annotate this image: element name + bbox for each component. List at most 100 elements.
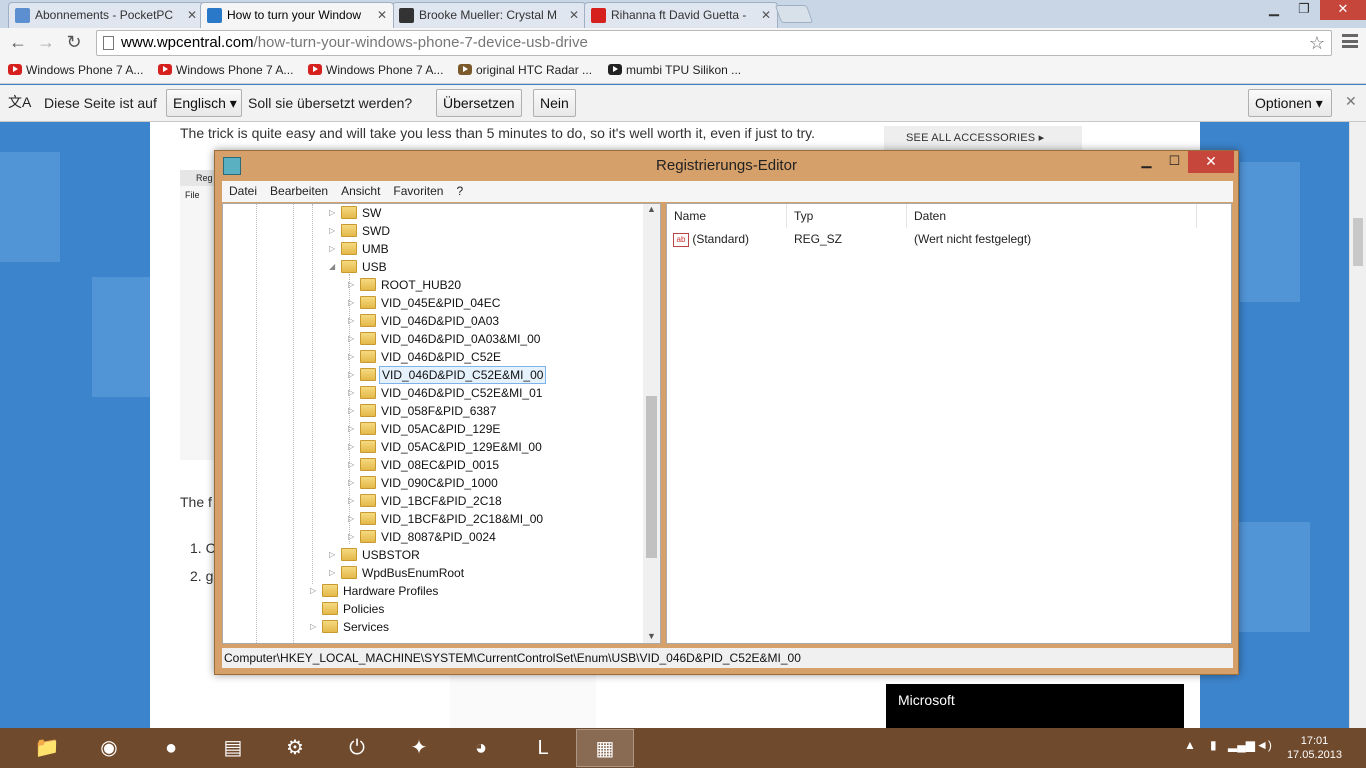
tree-label: VID_058F&PID_6387 bbox=[381, 404, 497, 418]
clock[interactable]: 17:01 17.05.2013 bbox=[1287, 734, 1342, 762]
column-type[interactable]: Typ bbox=[787, 204, 907, 228]
regedit-taskbar-icon[interactable]: ▦ bbox=[576, 729, 634, 767]
expand-arrow-icon[interactable]: ▷ bbox=[329, 240, 339, 258]
expand-arrow-icon[interactable]: ▷ bbox=[348, 366, 358, 384]
language-select[interactable]: Englisch ▾ bbox=[166, 89, 242, 117]
expand-arrow-icon[interactable]: ▷ bbox=[348, 510, 358, 528]
tab-close-icon[interactable]: ✕ bbox=[187, 3, 197, 27]
media-app-icon[interactable]: ◉ bbox=[80, 729, 138, 767]
expand-arrow-icon[interactable]: ▷ bbox=[348, 528, 358, 546]
expand-arrow-icon[interactable]: ▷ bbox=[310, 582, 320, 600]
close-window-icon[interactable]: ✕ bbox=[1320, 0, 1366, 20]
address-bar[interactable]: www.wpcentral.com/how-turn-your-windows-… bbox=[96, 30, 1332, 56]
expand-arrow-icon[interactable]: ▷ bbox=[348, 474, 358, 492]
tab-pocketpc[interactable]: Abonnements - PocketPC ✕ bbox=[8, 2, 204, 28]
expand-arrow-icon[interactable]: ▷ bbox=[348, 402, 358, 420]
signal-icon[interactable]: ▂▄▆ bbox=[1228, 738, 1255, 752]
expand-arrow-icon[interactable]: ▷ bbox=[348, 438, 358, 456]
chrome-icon[interactable]: ◕ bbox=[452, 729, 510, 767]
scroll-down-icon[interactable]: ▼ bbox=[643, 631, 660, 641]
article-text: The f bbox=[180, 494, 212, 510]
expand-arrow-icon[interactable]: ▷ bbox=[329, 546, 339, 564]
document-app-icon[interactable]: ▤ bbox=[204, 729, 262, 767]
expand-arrow-icon[interactable]: ▷ bbox=[348, 384, 358, 402]
tab-brooke[interactable]: Brooke Mueller: Crystal M ✕ bbox=[392, 2, 586, 28]
expand-arrow-icon[interactable]: ▷ bbox=[348, 348, 358, 366]
no-translate-button[interactable]: Nein bbox=[533, 89, 576, 117]
expand-arrow-icon[interactable]: ▷ bbox=[348, 492, 358, 510]
tab-close-icon[interactable]: ✕ bbox=[377, 3, 387, 27]
volume-icon[interactable]: ◄) bbox=[1256, 738, 1272, 752]
youtube-icon bbox=[158, 64, 172, 75]
page-scrollbar[interactable] bbox=[1349, 122, 1366, 728]
minimize-icon[interactable]: ▁ bbox=[1260, 0, 1288, 20]
bookmark-item[interactable]: original HTC Radar ... bbox=[454, 62, 592, 78]
expand-arrow-icon[interactable]: ▷ bbox=[348, 330, 358, 348]
tab-rihanna[interactable]: Rihanna ft David Guetta - ✕ bbox=[584, 2, 778, 28]
column-name[interactable]: Name bbox=[667, 204, 787, 228]
reload-icon[interactable]: ↻ bbox=[62, 31, 86, 55]
maximize-icon[interactable]: ☐ bbox=[1161, 151, 1188, 173]
file-explorer-icon[interactable]: 📁 bbox=[18, 729, 76, 767]
folder-icon bbox=[360, 368, 376, 381]
expand-arrow-icon[interactable]: ▷ bbox=[329, 564, 339, 582]
expand-arrow-icon[interactable]: ▷ bbox=[329, 222, 339, 240]
folder-icon bbox=[360, 278, 376, 291]
battery-icon[interactable]: ▮ bbox=[1210, 738, 1217, 752]
menu-favoriten[interactable]: Favoriten bbox=[386, 181, 449, 198]
maximize-icon[interactable]: ❐ bbox=[1290, 0, 1318, 20]
tree-label: VID_05AC&PID_129E&MI_00 bbox=[381, 440, 542, 454]
value-row[interactable]: ab (Standard) bbox=[673, 230, 749, 248]
youtube-icon bbox=[308, 64, 322, 75]
expand-arrow-icon[interactable]: ▷ bbox=[348, 312, 358, 330]
tree-label: VID_8087&PID_0024 bbox=[381, 530, 496, 544]
expand-arrow-icon[interactable]: ▷ bbox=[348, 276, 358, 294]
folder-icon bbox=[341, 206, 357, 219]
options-button[interactable]: Optionen ▾ bbox=[1248, 89, 1332, 117]
column-data[interactable]: Daten bbox=[907, 204, 1197, 228]
scroll-up-icon[interactable]: ▲ bbox=[643, 204, 660, 214]
registry-tree[interactable]: ▷ SW ▷ SWD ▷ UMB ◢ USB ▷ ROOT_HUB20 ▷ VID_045E… bbox=[222, 203, 661, 644]
folder-icon bbox=[341, 260, 357, 273]
close-translate-icon[interactable]: ✕ bbox=[1345, 93, 1357, 110]
settings-app-icon[interactable]: ⚙ bbox=[266, 729, 324, 767]
collapse-arrow-icon[interactable]: ◢ bbox=[329, 258, 339, 276]
tree-scrollbar[interactable]: ▲ ▼ bbox=[643, 204, 660, 643]
new-tab-button[interactable] bbox=[774, 5, 814, 23]
menu-bearbeiten[interactable]: Bearbeiten bbox=[263, 181, 334, 198]
values-list[interactable]: Name Typ Daten ab (Standard) REG_SZ (Wer… bbox=[666, 203, 1232, 644]
expand-arrow-icon[interactable]: ▷ bbox=[348, 456, 358, 474]
folder-icon bbox=[360, 404, 376, 417]
tab-close-icon[interactable]: ✕ bbox=[761, 3, 771, 27]
bookmark-item[interactable]: Windows Phone 7 A... bbox=[4, 62, 143, 78]
menu-datei[interactable]: Datei bbox=[222, 181, 263, 198]
forward-arrow-icon[interactable]: → bbox=[34, 31, 58, 55]
translate-button[interactable]: Übersetzen bbox=[436, 89, 522, 117]
chrome-menu-icon[interactable] bbox=[1342, 34, 1358, 48]
menu-help[interactable]: ? bbox=[449, 181, 469, 198]
expand-arrow-icon[interactable]: ▷ bbox=[348, 294, 358, 312]
bookmark-star-icon[interactable]: ☆ bbox=[1309, 31, 1325, 55]
compass-app-icon[interactable]: ✦ bbox=[390, 729, 448, 767]
expand-arrow-icon[interactable]: ▷ bbox=[310, 618, 320, 636]
power-app-icon[interactable]: ⏻ bbox=[328, 729, 386, 767]
bookmarks-bar: Windows Phone 7 A... Windows Phone 7 A..… bbox=[0, 58, 1366, 84]
minimize-icon[interactable]: ▁ bbox=[1133, 151, 1160, 173]
bookmark-item[interactable]: Windows Phone 7 A... bbox=[154, 62, 293, 78]
see-all-accessories-link[interactable]: SEE ALL ACCESSORIES ▸ bbox=[884, 126, 1082, 150]
menu-ansicht[interactable]: Ansicht bbox=[334, 181, 386, 198]
tab-close-icon[interactable]: ✕ bbox=[569, 3, 579, 27]
microsoft-ad[interactable]: Microsoft bbox=[886, 684, 1184, 728]
close-icon[interactable]: ✕ bbox=[1188, 151, 1234, 173]
scrollbar-thumb[interactable] bbox=[1353, 218, 1363, 266]
speaker-app-icon[interactable]: ● bbox=[142, 729, 200, 767]
expand-arrow-icon[interactable]: ▷ bbox=[329, 204, 339, 222]
tray-expand-icon[interactable]: ▲ bbox=[1184, 738, 1196, 752]
tree-scrollbar-thumb[interactable] bbox=[646, 396, 657, 558]
back-arrow-icon[interactable]: ← bbox=[6, 31, 30, 55]
expand-arrow-icon[interactable]: ▷ bbox=[348, 420, 358, 438]
tab-wpcentral[interactable]: How to turn your Window ✕ bbox=[200, 2, 394, 28]
lync-icon[interactable]: L bbox=[514, 729, 572, 767]
bookmark-item[interactable]: mumbi TPU Silikon ... bbox=[604, 62, 741, 78]
bookmark-item[interactable]: Windows Phone 7 A... bbox=[304, 62, 443, 78]
